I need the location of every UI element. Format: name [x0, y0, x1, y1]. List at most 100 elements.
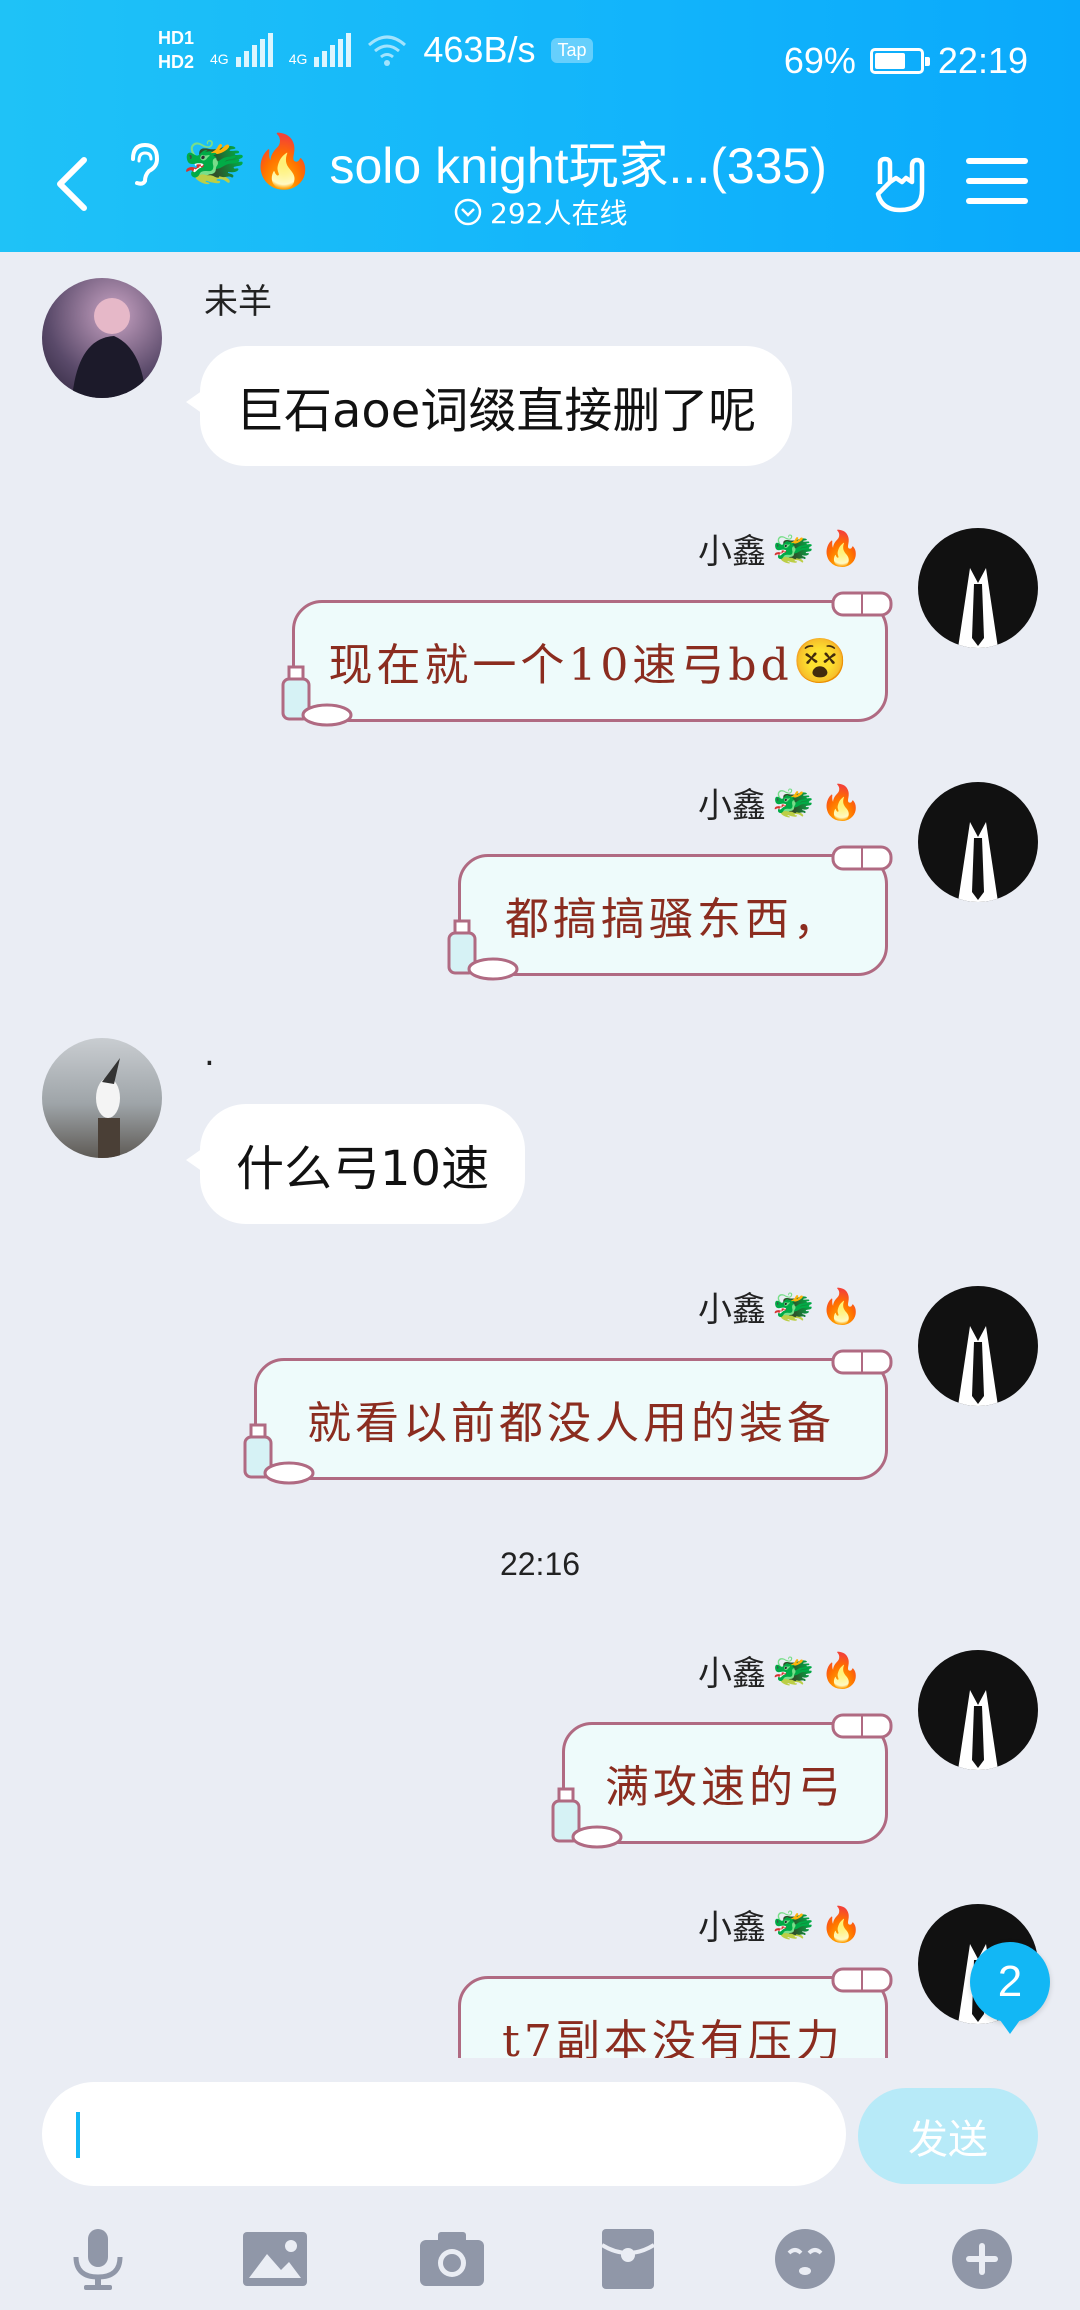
fire-emoji: 🔥 [820, 782, 863, 823]
avatar[interactable] [918, 528, 1038, 648]
dragon-emoji: 🐲 [772, 1904, 815, 1945]
sender-name-text: . [204, 1034, 215, 1074]
message-timestamp: 22:16 [499, 1546, 581, 1582]
avatar-image [72, 298, 146, 398]
fire-emoji: 🔥 [820, 1904, 863, 1945]
message-bubble[interactable]: 就看以前都没人用的装备 [243, 1349, 893, 1485]
status-bar: HD1 HD2 4G 4G 463B/s Tap 69% 22:19 [0, 0, 1080, 124]
sender-name-text: 小鑫 [698, 1290, 766, 1330]
online-count-label: 292人在线 [490, 197, 628, 230]
avatar[interactable] [918, 1286, 1038, 1406]
sanitizer-decoration-icon [281, 665, 353, 727]
tuxedo-avatar-image [958, 1690, 998, 1770]
image-button[interactable] [240, 2224, 310, 2294]
goggles-decoration-icon [831, 1349, 893, 1375]
nav-bar: 🐲 🔥 solo knight玩家...(335) 292人在线 [0, 124, 1080, 252]
voice-button[interactable] [63, 2224, 133, 2294]
goggles-decoration-icon [831, 591, 893, 617]
sanitizer-decoration-icon [447, 919, 519, 981]
message-list[interactable]: 未羊 巨石aoe词缀直接删了呢 小鑫 🐲 🔥 现在就一个10速弓bd 😵 小鑫 🐲 🔥 都… [0, 252, 1080, 2058]
red-packet-icon [601, 2229, 656, 2289]
earpiece-mode-button[interactable] [120, 136, 168, 192]
sender-name: 小鑫 🐲 🔥 [698, 778, 863, 827]
menu-line [966, 178, 1028, 184]
sender-name: 小鑫 🐲 🔥 [698, 1282, 863, 1331]
goggles-decoration-icon [831, 1967, 893, 1993]
sender-name-text: 小鑫 [698, 1908, 766, 1948]
dizzy-face-emoji: 😵 [792, 636, 852, 687]
plus-icon [951, 2229, 1012, 2289]
avatar[interactable] [42, 1038, 162, 1158]
message-bubble[interactable]: 满攻速的弓 [551, 1713, 893, 1849]
message-text: t7副本没有压力 [502, 2016, 844, 2058]
tuxedo-avatar-image [958, 568, 998, 648]
interaction-button[interactable] [858, 144, 938, 224]
message-bubble[interactable]: 什么弓10速 [185, 1104, 526, 1224]
message-bubble[interactable]: t7副本没有压力 [458, 1967, 893, 2058]
dragon-emoji: 🐲 [772, 1650, 815, 1691]
message-input[interactable] [42, 2082, 846, 2186]
sender-name: 小鑫 🐲 🔥 [698, 1900, 863, 1949]
sender-name: 小鑫 🐲 🔥 [698, 1646, 863, 1695]
wifi-icon [368, 35, 407, 66]
dragon-emoji: 🐲 [772, 782, 815, 823]
message-text: 什么弓10速 [236, 1141, 490, 1197]
hd2-label: HD2 [158, 52, 195, 72]
microphone-icon [73, 2229, 123, 2290]
signal-icon-2: 4G [289, 33, 352, 67]
chevron-left-icon [57, 157, 87, 211]
chevron-circle-icon [454, 198, 482, 226]
message-bubble[interactable]: 现在就一个10速弓bd 😵 [281, 591, 893, 727]
clock: 22:19 [937, 40, 1028, 81]
sender-name-text: 小鑫 [698, 532, 766, 572]
sender-name: . [204, 1034, 215, 1074]
goggles-decoration-icon [831, 1713, 893, 1739]
avatar[interactable] [42, 278, 162, 398]
message-bubble[interactable]: 巨石aoe词缀直接删了呢 [185, 346, 793, 466]
image-icon [242, 2232, 307, 2286]
battery-fill [874, 53, 906, 69]
back-button[interactable] [40, 144, 104, 224]
unread-count-badge[interactable]: 2 [970, 1942, 1050, 2034]
fire-emoji: 🔥 [820, 1286, 863, 1327]
tap-badge: Tap [551, 37, 593, 63]
dragon-emoji: 🐲 [772, 528, 815, 569]
sender-name-text: 小鑫 [698, 786, 766, 826]
send-button[interactable]: 发送 [858, 2088, 1038, 2184]
battery-percent: 69% [783, 40, 856, 81]
emoji-button[interactable] [770, 2224, 840, 2294]
fire-emoji: 🔥 [250, 133, 316, 191]
online-count: 292人在线 [454, 192, 627, 232]
sender-name-text: 小鑫 [698, 1654, 766, 1694]
group-title[interactable]: 🐲 🔥 solo knight玩家...(335) [182, 124, 827, 200]
tuxedo-avatar-image [958, 1326, 998, 1406]
goggles-decoration-icon [831, 845, 893, 871]
net-speed: 463B/s [423, 29, 536, 70]
sanitizer-decoration-icon [243, 1423, 315, 1485]
input-bar: 发送 [0, 2058, 1080, 2208]
dragon-emoji: 🐲 [182, 133, 247, 191]
bird-avatar-image [96, 1058, 120, 1158]
battery-icon [869, 48, 930, 74]
signal-icon: 4G [210, 33, 273, 67]
red-packet-button[interactable] [593, 2224, 663, 2294]
ear-icon [131, 142, 160, 186]
menu-button[interactable] [966, 150, 1028, 212]
message-text: 巨石aoe词缀直接删了呢 [236, 383, 757, 439]
sender-name: 未羊 [204, 274, 272, 323]
avatar[interactable] [918, 782, 1038, 902]
more-button[interactable] [947, 2224, 1017, 2294]
hd1-label: HD1 [158, 28, 195, 48]
message-text: 满攻速的弓 [605, 1762, 845, 1813]
menu-line [966, 198, 1028, 204]
group-name: solo knight玩家...(335) [329, 138, 827, 194]
hd-indicator: HD1 HD2 [158, 26, 194, 74]
sender-name: 小鑫 🐲 🔥 [698, 524, 863, 573]
menu-line [966, 158, 1028, 164]
tuxedo-avatar-image [958, 822, 998, 902]
message-bubble[interactable]: 都搞搞骚东西， [447, 845, 893, 981]
fire-emoji: 🔥 [820, 1650, 863, 1691]
camera-button[interactable] [417, 2224, 487, 2294]
avatar[interactable] [918, 1650, 1038, 1770]
emoji-icon [774, 2229, 835, 2289]
